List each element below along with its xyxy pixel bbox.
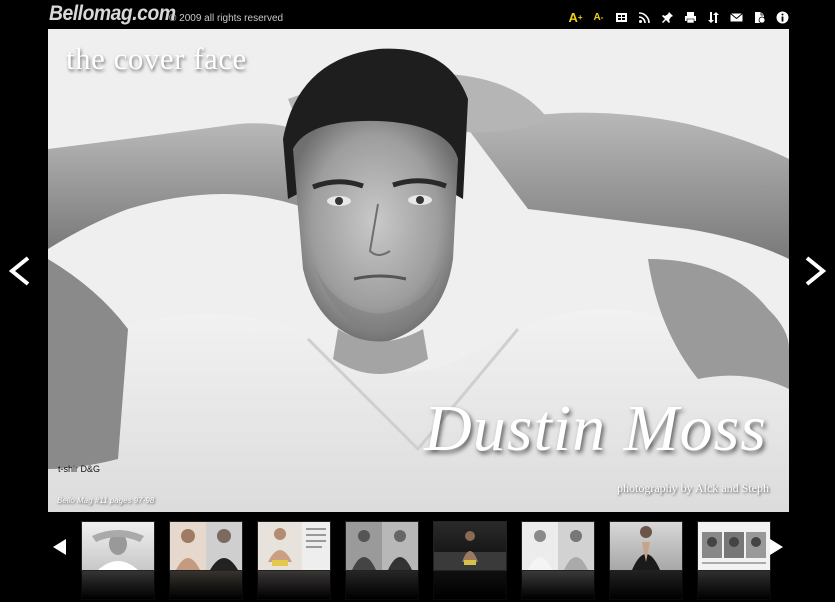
- thumbnail-reflection: [81, 570, 771, 600]
- font-decrease-icon[interactable]: A-: [590, 9, 607, 26]
- print-icon[interactable]: [682, 9, 699, 26]
- photo-credit: photography by Alck and Steph: [617, 481, 769, 495]
- thumbnail-item[interactable]: [521, 521, 595, 571]
- thumbnail-item[interactable]: [345, 521, 419, 571]
- language-icon[interactable]: [751, 9, 768, 26]
- site-logo[interactable]: Bellomag.com: [49, 2, 176, 26]
- thumbnail-item[interactable]: [433, 521, 507, 571]
- model-name-title: Dustin Moss: [424, 392, 767, 465]
- thumbnail-item[interactable]: [697, 521, 771, 571]
- share-icon[interactable]: [705, 9, 722, 26]
- rss-icon[interactable]: [636, 9, 653, 26]
- font-increase-sup: +: [577, 13, 583, 22]
- thumbnail-next-button[interactable]: [767, 538, 785, 556]
- thumbnail-list: [81, 521, 771, 571]
- thumbnail-item[interactable]: [81, 521, 155, 571]
- thumbnail-strip: [0, 518, 835, 602]
- next-page-button[interactable]: [801, 252, 829, 290]
- font-increase-icon[interactable]: A +: [567, 9, 584, 26]
- clothing-note: t-shir D&G: [58, 464, 101, 474]
- font-increase-label: A: [568, 10, 578, 25]
- font-decrease-sup: -: [600, 13, 604, 22]
- thumbnail-prev-button[interactable]: [51, 538, 69, 556]
- triangle-left-icon: [53, 539, 66, 555]
- thumbnail-item[interactable]: [257, 521, 331, 571]
- chevron-left-icon: [8, 256, 30, 286]
- pages-note: Bello Mag #11 pages 97-98: [57, 496, 155, 505]
- view-icon[interactable]: [613, 9, 630, 26]
- triangle-right-icon: [770, 539, 783, 555]
- cover-face-heading: the cover face: [66, 41, 247, 76]
- toolbar: A + A-: [567, 9, 791, 26]
- email-icon[interactable]: [728, 9, 745, 26]
- info-icon[interactable]: [774, 9, 791, 26]
- font-decrease-label: A: [593, 12, 601, 23]
- chevron-right-icon: [805, 256, 827, 286]
- copyright-text: © 2009 all rights reserved: [169, 13, 284, 24]
- header-bar: Bellomag.com © 2009 all rights reserved …: [0, 0, 835, 30]
- cover-viewer[interactable]: the cover face Dustin Moss photography b…: [48, 29, 789, 512]
- thumbnail-item[interactable]: [609, 521, 683, 571]
- pin-icon[interactable]: [659, 9, 676, 26]
- previous-page-button[interactable]: [6, 252, 34, 290]
- thumbnail-item[interactable]: [169, 521, 243, 571]
